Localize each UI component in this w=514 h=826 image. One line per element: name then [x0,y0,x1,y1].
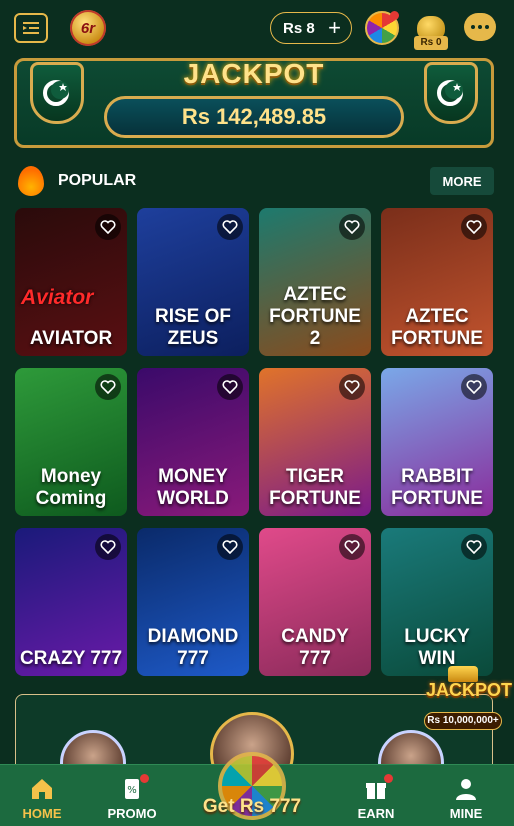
gift-icon [363,774,393,802]
popular-section-header: POPULAR MORE [18,166,494,196]
balance-button[interactable]: Rs 8 + [270,12,352,44]
favorite-heart-icon[interactable] [339,374,365,400]
fire-icon [18,166,44,196]
promo-icon: % [119,774,149,802]
home-icon [32,779,52,799]
jackpot-amount: Rs 142,489.85 [181,104,327,129]
money-bag-button[interactable]: Rs 0 [414,8,448,50]
game-name: AZTEC FORTUNE [391,306,483,349]
game-tile[interactable]: RABBIT FORTUNE [381,368,493,516]
floating-jackpot-amount: Rs 10,000,000+ [424,712,502,730]
section-title: POPULAR [58,172,137,189]
notification-dot [390,11,399,20]
floating-jackpot-button[interactable]: JACKPOT Rs 10,000,000+ [424,666,513,734]
game-tile[interactable]: Money Coming [15,368,127,516]
game-tile[interactable]: RISE OF ZEUS [137,208,249,356]
floating-jackpot-title: JACKPOT [426,680,513,700]
game-name: TIGER FORTUNE [269,466,361,509]
favorite-heart-icon[interactable] [95,214,121,240]
logo-text: 6r [80,19,96,37]
chat-icon[interactable] [464,13,496,41]
game-logo: Aviator [21,286,94,309]
game-name: Money Coming [35,466,107,509]
bag-balance: Rs 0 [414,36,448,50]
flag-emblem-icon [424,62,478,124]
game-grid: Aviator AVIATOR RISE OF ZEUS AZTEC FORTUNE … [15,208,495,676]
balance-amount: Rs 8 [283,19,315,37]
jackpot-banner[interactable]: JACKPOT Rs 142,489.85 [14,58,494,148]
nav-mine[interactable]: MINE [426,765,506,826]
game-name: RABBIT FORTUNE [391,466,483,509]
favorite-heart-icon[interactable] [339,534,365,560]
nav-label: MINE [449,806,483,821]
game-name: CRAZY 777 [19,648,123,669]
game-name: LUCKY WIN [404,626,470,669]
add-funds-icon: + [328,15,341,40]
favorite-heart-icon[interactable] [217,374,243,400]
favorite-heart-icon[interactable] [95,534,121,560]
nav-label: EARN [357,806,395,821]
game-tile[interactable]: MONEY WORLD [137,368,249,516]
brand-logo[interactable]: 6r [70,10,106,46]
notification-dot [140,774,149,783]
game-tile[interactable]: CANDY 777 [259,528,371,676]
nav-promo[interactable]: % PROMO [92,765,172,826]
flag-emblem-icon [30,62,84,124]
game-tile[interactable]: TIGER FORTUNE [259,368,371,516]
game-name: AZTEC FORTUNE 2 [269,284,361,349]
jackpot-amount-box: Rs 142,489.85 [104,96,404,138]
svg-text:%: % [127,785,137,796]
game-name: CANDY 777 [281,626,349,669]
favorite-heart-icon[interactable] [217,534,243,560]
nav-label: PROMO [107,806,157,821]
lucky-wheel-icon[interactable] [365,11,399,45]
game-tile[interactable]: LUCKY WIN [381,528,493,676]
jackpot-title: JACKPOT [183,58,325,89]
nav-home[interactable]: HOME [2,765,82,826]
favorite-heart-icon[interactable] [339,214,365,240]
game-tile[interactable]: AZTEC FORTUNE 2 [259,208,371,356]
game-name: AVIATOR [29,328,113,349]
menu-icon [23,22,39,34]
favorite-heart-icon[interactable] [461,534,487,560]
menu-button[interactable] [14,13,48,43]
favorite-heart-icon[interactable] [217,214,243,240]
user-icon [456,779,476,800]
spin-wheel-button[interactable]: Get Rs 777 [196,750,308,826]
spin-wheel-text: Get Rs 777 [202,796,302,817]
nav-earn[interactable]: EARN [336,765,416,826]
favorite-heart-icon[interactable] [461,214,487,240]
game-tile[interactable]: AZTEC FORTUNE [381,208,493,356]
notification-dot [384,774,393,783]
game-name: DIAMOND 777 [147,626,239,669]
game-name: MONEY WORLD [157,466,229,509]
favorite-heart-icon[interactable] [95,374,121,400]
nav-label: HOME [22,806,62,821]
game-name: RISE OF ZEUS [154,306,231,349]
game-tile[interactable]: CRAZY 777 [15,528,127,676]
game-tile[interactable]: DIAMOND 777 [137,528,249,676]
game-tile[interactable]: Aviator AVIATOR [15,208,127,356]
favorite-heart-icon[interactable] [461,374,487,400]
more-button[interactable]: MORE [430,167,494,195]
